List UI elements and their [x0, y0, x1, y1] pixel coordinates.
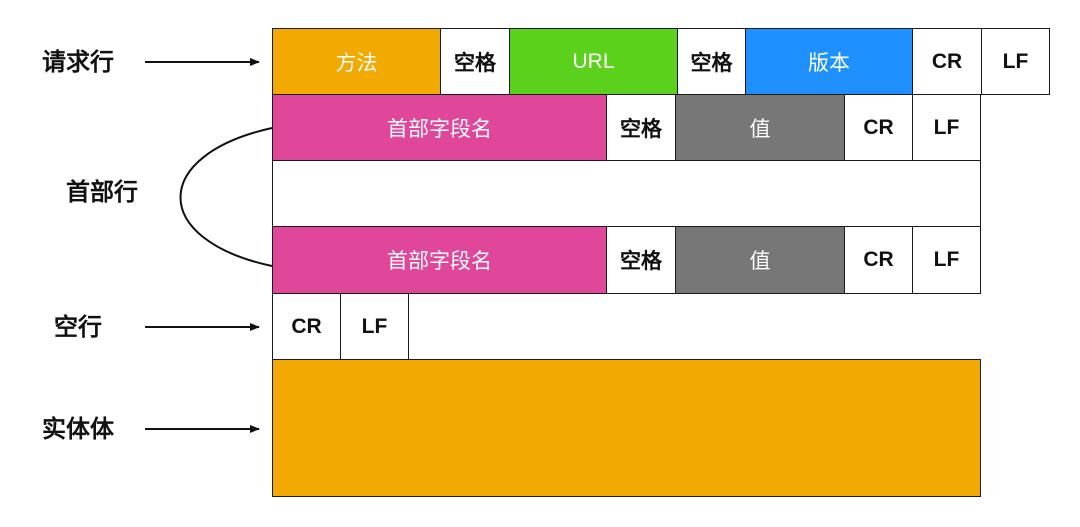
label-request-line: 请求行	[42, 48, 114, 76]
space-cell: 空格	[440, 28, 510, 95]
header-lines-placeholder	[272, 160, 981, 227]
space-cell: 空格	[677, 28, 746, 95]
header-value-cell: 值	[675, 94, 845, 161]
lf-cell: LF	[912, 226, 981, 294]
label-header-lines: 首部行	[66, 178, 138, 206]
label-entity-body: 实体体	[42, 415, 114, 443]
cr-cell: CR	[844, 94, 913, 161]
lf-cell: LF	[340, 293, 409, 360]
entity-body-block	[272, 359, 981, 497]
cr-cell: CR	[844, 226, 913, 294]
label-blank-line: 空行	[54, 313, 102, 341]
header-value-cell: 值	[675, 226, 845, 294]
space-cell: 空格	[606, 94, 676, 161]
brace-header-lines	[179, 127, 273, 267]
header-field-name-cell: 首部字段名	[272, 226, 607, 294]
version-cell: 版本	[745, 28, 913, 95]
header-field-name-cell: 首部字段名	[272, 94, 607, 161]
cr-cell: CR	[912, 28, 982, 95]
space-cell: 空格	[606, 226, 676, 294]
cr-cell: CR	[272, 293, 341, 360]
lf-cell: LF	[981, 28, 1050, 95]
http-request-diagram: 请求行 首部行 空行 实体体 方法 空格 URL 空格 版本 CR LF 首部字…	[0, 0, 1080, 527]
url-cell: URL	[509, 28, 678, 95]
lf-cell: LF	[912, 94, 981, 161]
method-cell: 方法	[272, 28, 441, 95]
